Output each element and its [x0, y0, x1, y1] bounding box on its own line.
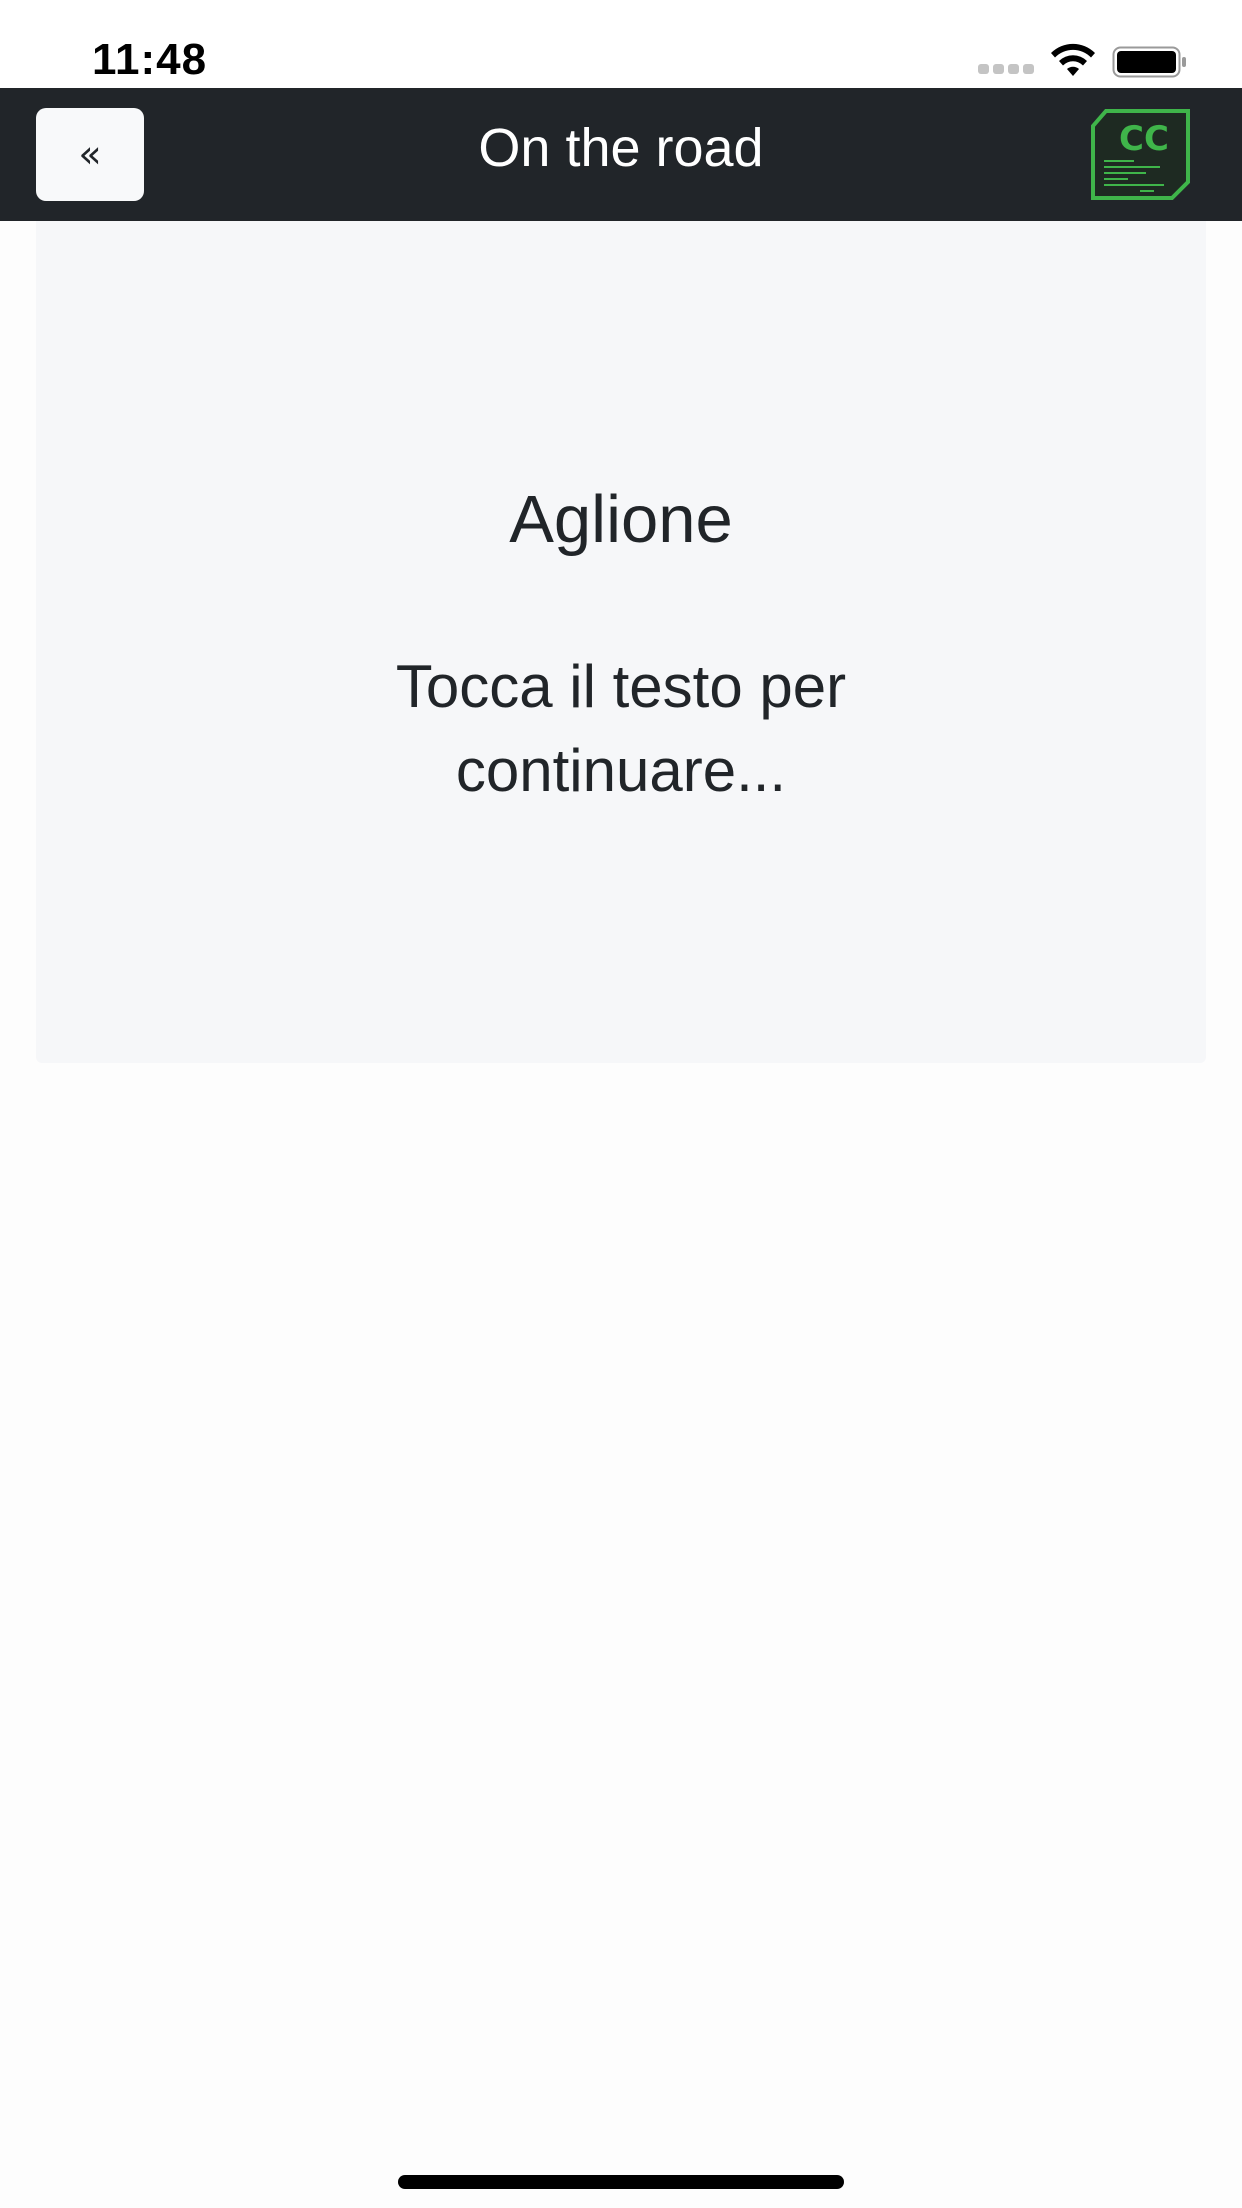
logo-text: CC — [1119, 119, 1169, 159]
wifi-icon — [1051, 43, 1095, 76]
app-logo: CC — [1091, 109, 1190, 200]
page-title: On the road — [478, 118, 764, 178]
back-button[interactable]: « — [36, 108, 144, 201]
navigation-bar: « On the road CC — [0, 88, 1242, 221]
battery-full-icon — [1112, 46, 1186, 78]
home-indicator[interactable] — [398, 2175, 844, 2189]
cellular-signal-icon — [978, 64, 1036, 74]
continue-prompt[interactable]: Tocca il testo per continuare... — [236, 645, 1006, 813]
status-time: 11:48 — [92, 35, 208, 84]
status-bar: 11:48 — [0, 0, 1242, 88]
card-title: Aglione — [509, 482, 733, 557]
content-card[interactable]: Aglione Tocca il testo per continuare... — [36, 221, 1206, 1063]
